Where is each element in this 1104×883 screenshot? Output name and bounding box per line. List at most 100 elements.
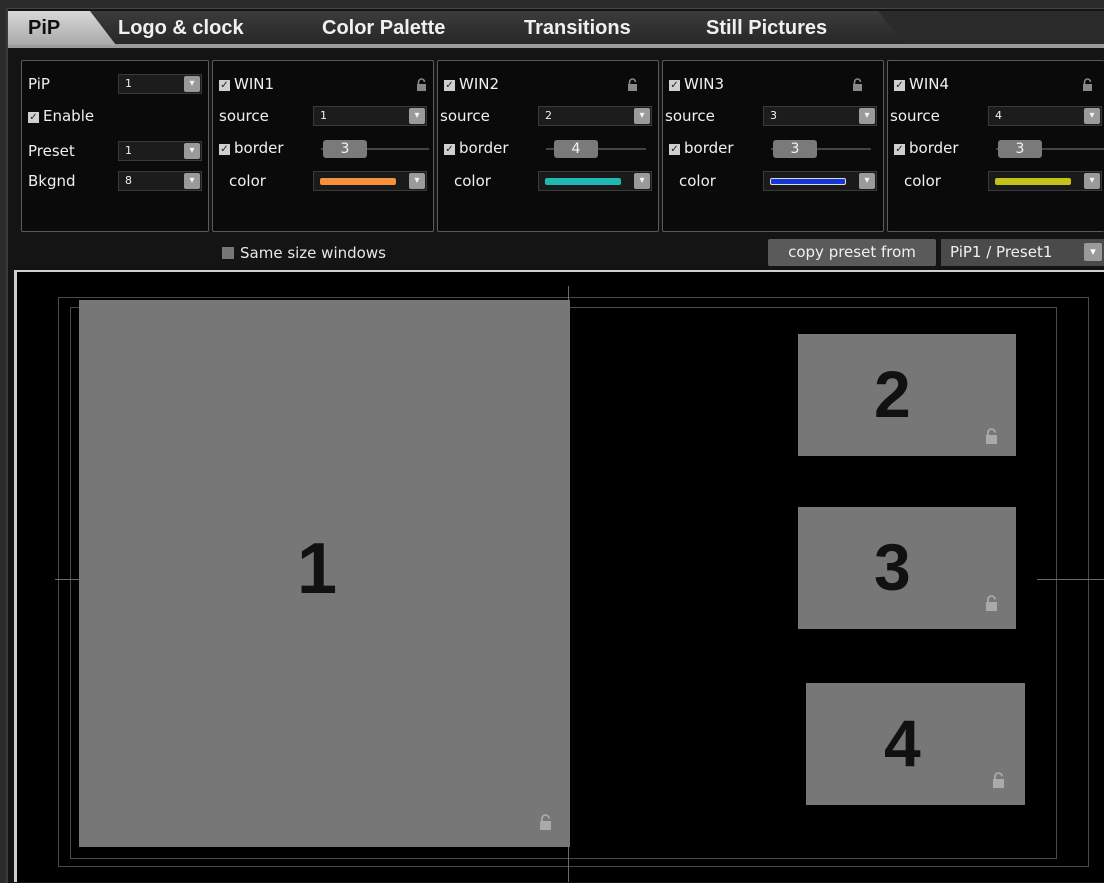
pip-select-value: 1 (125, 77, 132, 90)
chevron-down-icon: ▾ (859, 173, 875, 189)
lock-icon[interactable] (852, 78, 863, 91)
same-size-checkbox[interactable]: Same size windows (222, 244, 386, 262)
right-guide-horizontal (1037, 579, 1104, 580)
pip-select[interactable]: 1 ▾ (118, 74, 202, 94)
tab-logo-clock[interactable]: Logo & clock (90, 11, 318, 45)
pip-window-2[interactable]: 2 (798, 334, 1016, 456)
win1-border-slider[interactable]: 3 (323, 140, 367, 158)
win4-border-checkbox[interactable]: ✓ border (894, 137, 959, 159)
win1-color-label: color (229, 172, 266, 190)
check-icon: ✓ (894, 144, 905, 155)
copy-preset-value: PiP1 / Preset1 (950, 243, 1053, 261)
win3-panel: ✓ WIN3 source 3 ▾ ✓ border 3 color ▾ (662, 60, 884, 232)
win2-enable-checkbox[interactable]: ✓ WIN2 (444, 73, 499, 95)
win3-enable-checkbox[interactable]: ✓ WIN3 (669, 73, 724, 95)
copy-preset-select[interactable]: PiP1 / Preset1 ▾ (941, 239, 1104, 266)
chevron-down-icon: ▾ (1084, 243, 1102, 261)
chevron-down-icon: ▾ (184, 143, 200, 159)
check-icon: ✓ (28, 112, 39, 123)
tab-still-pictures[interactable]: Still Pictures (674, 11, 904, 45)
chevron-down-icon: ▾ (409, 108, 425, 124)
win1-enable-checkbox[interactable]: ✓ WIN1 (219, 73, 274, 95)
chevron-down-icon: ▾ (184, 76, 200, 92)
win4-color-swatch (995, 178, 1071, 185)
copy-preset-button[interactable]: copy preset from (768, 239, 936, 266)
win4-enable-checkbox[interactable]: ✓ WIN4 (894, 73, 949, 95)
chevron-down-icon: ▾ (1084, 173, 1100, 189)
win1-title: WIN1 (234, 75, 275, 93)
win1-color-swatch (320, 178, 396, 185)
win1-source-value: 1 (320, 109, 327, 122)
bkgnd-select[interactable]: 8 ▾ (118, 171, 202, 191)
check-icon: ✓ (669, 144, 680, 155)
chevron-down-icon: ▾ (1084, 108, 1100, 124)
check-icon: ✓ (669, 80, 680, 91)
chevron-down-icon: ▾ (634, 108, 650, 124)
lock-icon[interactable] (1082, 78, 1093, 91)
check-icon: ✓ (219, 80, 230, 91)
win1-color-select[interactable]: ▾ (313, 171, 427, 191)
win1-panel: ✓ WIN1 source 1 ▾ ✓ border 3 color ▾ (212, 60, 434, 232)
win3-color-swatch (770, 178, 846, 185)
lock-icon[interactable] (985, 428, 998, 448)
pip-window-3[interactable]: 3 (798, 507, 1016, 629)
win2-source-label: source (440, 107, 490, 125)
chevron-down-icon: ▾ (634, 173, 650, 189)
win2-border-slider[interactable]: 4 (554, 140, 598, 158)
pip-window-4[interactable]: 4 (806, 683, 1025, 805)
check-icon: ✓ (444, 80, 455, 91)
pip-window-number: 4 (884, 706, 921, 780)
pip-window-number: 1 (297, 529, 338, 609)
win2-title: WIN2 (459, 75, 500, 93)
win4-border-slider[interactable]: 3 (998, 140, 1042, 158)
win4-color-label: color (904, 172, 941, 190)
win3-source-label: source (665, 107, 715, 125)
tab-color-palette[interactable]: Color Palette (292, 11, 518, 45)
same-size-label: Same size windows (240, 244, 386, 262)
win4-source-label: source (890, 107, 940, 125)
lock-icon[interactable] (627, 78, 638, 91)
enable-label: Enable (43, 107, 95, 125)
check-icon: ✓ (444, 144, 455, 155)
lock-icon[interactable] (985, 595, 998, 615)
win3-source-value: 3 (770, 109, 777, 122)
win1-source-label: source (219, 107, 269, 125)
win3-border-slider[interactable]: 3 (773, 140, 817, 158)
win2-source-value: 2 (545, 109, 552, 122)
enable-checkbox[interactable]: ✓ Enable (28, 105, 94, 127)
win2-source-select[interactable]: 2 ▾ (538, 106, 652, 126)
tab-divider (8, 44, 1104, 48)
win4-color-select[interactable]: ▾ (988, 171, 1102, 191)
win4-border-label: border (909, 139, 959, 157)
win4-source-select[interactable]: 4 ▾ (988, 106, 1102, 126)
win2-color-swatch (545, 178, 621, 185)
win3-border-label: border (684, 139, 734, 157)
check-icon: ✓ (219, 144, 230, 155)
lock-icon[interactable] (992, 772, 1005, 792)
tab-bar: Still Pictures Transitions Color Palette… (8, 11, 1104, 45)
pip-window-1[interactable]: 1 (79, 300, 570, 847)
win3-color-select[interactable]: ▾ (763, 171, 877, 191)
win2-border-label: border (459, 139, 509, 157)
preset-select[interactable]: 1 ▾ (118, 141, 202, 161)
check-icon: ✓ (894, 80, 905, 91)
win2-color-select[interactable]: ▾ (538, 171, 652, 191)
win2-border-checkbox[interactable]: ✓ border (444, 137, 509, 159)
lock-icon[interactable] (539, 814, 552, 834)
lock-icon[interactable] (416, 78, 427, 91)
win1-source-select[interactable]: 1 ▾ (313, 106, 427, 126)
win3-border-checkbox[interactable]: ✓ border (669, 137, 734, 159)
win3-source-select[interactable]: 3 ▾ (763, 106, 877, 126)
preset-label: Preset (28, 142, 75, 160)
win4-source-value: 4 (995, 109, 1002, 122)
win4-title: WIN4 (909, 75, 950, 93)
win1-border-checkbox[interactable]: ✓ border (219, 137, 284, 159)
pip-settings-panel: PiP 1 ▾ ✓ Enable Preset 1 ▾ Bkgnd 8 ▾ (21, 60, 209, 232)
pip-layout-canvas[interactable]: 1 2 3 4 (14, 270, 1104, 882)
pip-window-number: 3 (874, 530, 911, 604)
win2-panel: ✓ WIN2 source 2 ▾ ✓ border 4 color ▾ (437, 60, 659, 232)
win2-color-label: color (454, 172, 491, 190)
tab-transitions[interactable]: Transitions (490, 11, 700, 45)
chevron-down-icon: ▾ (409, 173, 425, 189)
win1-border-label: border (234, 139, 284, 157)
